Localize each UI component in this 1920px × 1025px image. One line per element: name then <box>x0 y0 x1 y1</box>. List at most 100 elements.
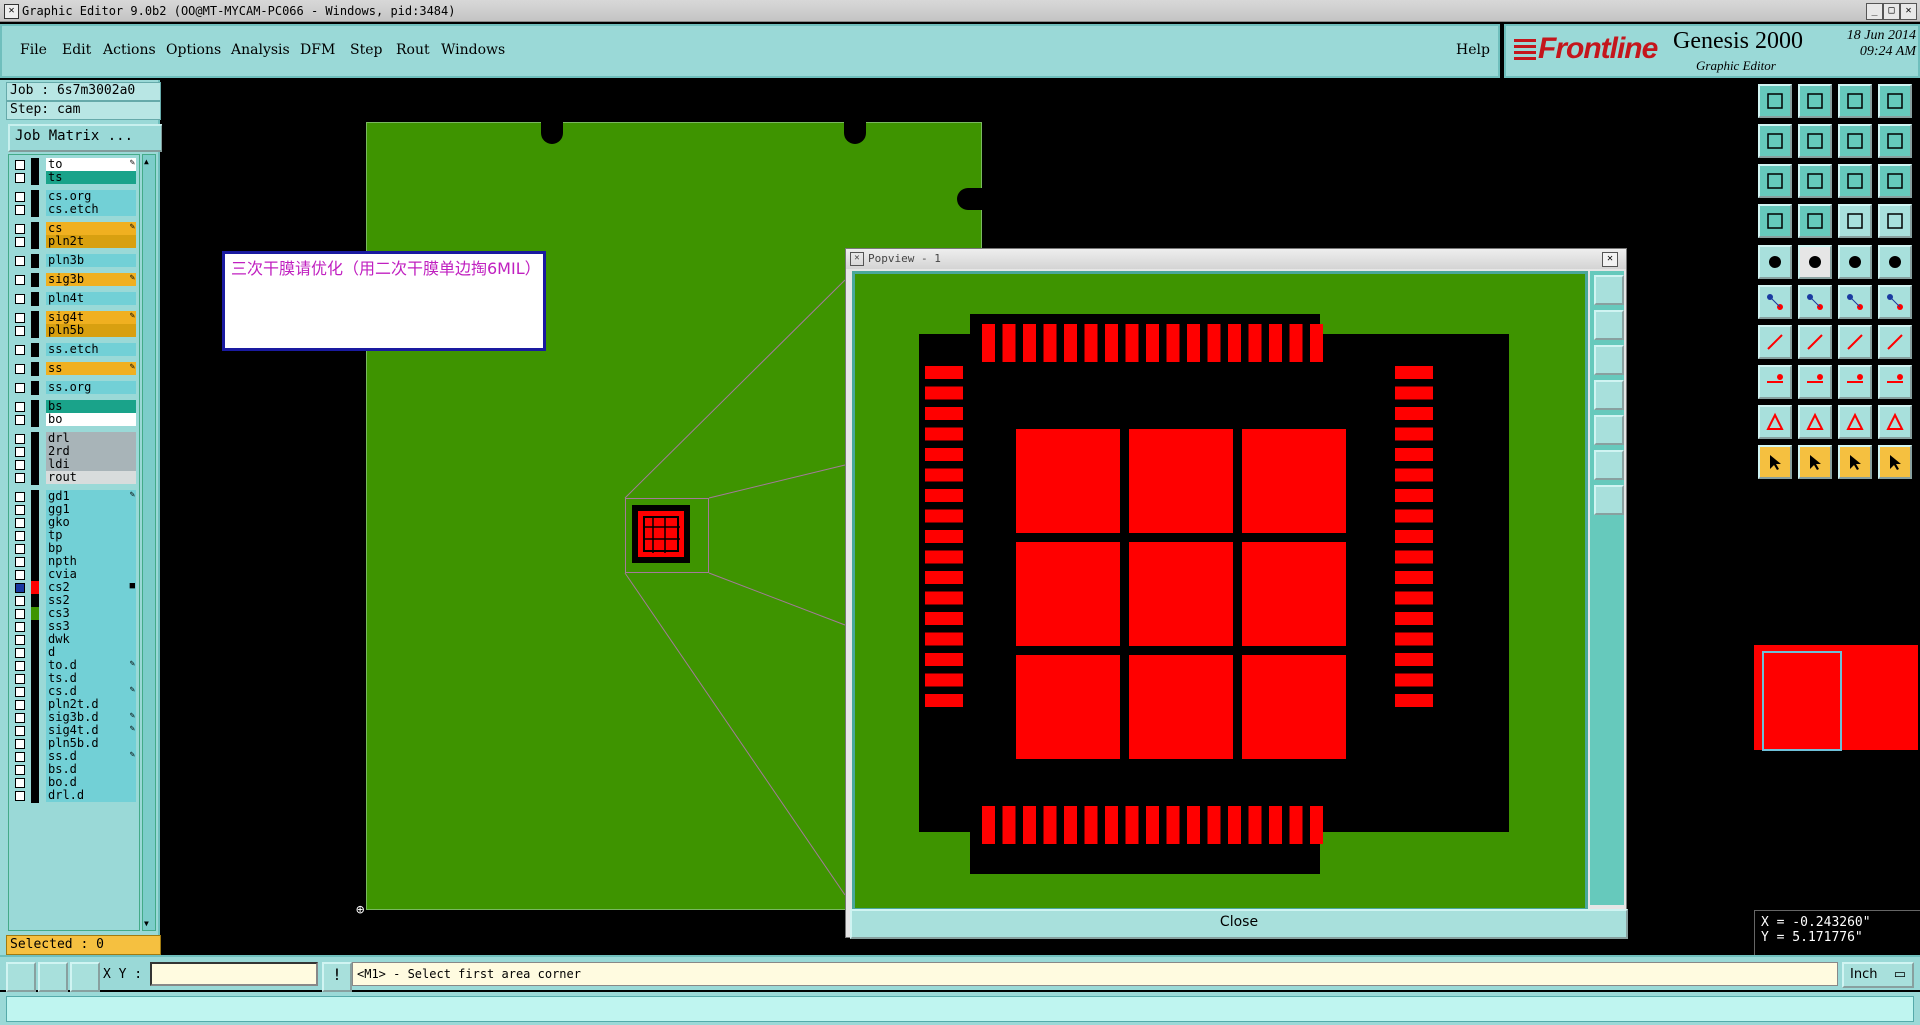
smd-pad <box>1228 324 1241 362</box>
message-bar <box>0 992 1920 1025</box>
units-select[interactable]: Inch ▭ <box>1842 962 1914 988</box>
smd-pad <box>982 806 995 844</box>
alert-icon[interactable]: ! <box>322 962 352 992</box>
xy-input[interactable] <box>150 962 318 986</box>
measure-tool-icon[interactable] <box>38 962 68 992</box>
home-icon[interactable] <box>1838 84 1872 118</box>
popview-tool-2-icon[interactable] <box>1594 310 1624 340</box>
smd-pad <box>925 653 963 666</box>
pan-left-icon[interactable] <box>1758 124 1792 158</box>
redo-icon[interactable] <box>1878 124 1912 158</box>
segment-icon[interactable] <box>1798 365 1832 399</box>
pan-right-icon[interactable] <box>1798 124 1832 158</box>
smd-pad <box>1146 324 1159 362</box>
move-point-icon[interactable] <box>1838 285 1872 319</box>
tool-panel: X = -0.243260" Y = 5.171776" <box>1752 80 1920 962</box>
zoom-in-icon[interactable] <box>1758 164 1792 198</box>
smd-pad <box>1289 806 1303 844</box>
tool-glyph <box>1890 455 1901 470</box>
tool-glyph <box>1850 455 1861 470</box>
cross-icon[interactable] <box>1798 285 1832 319</box>
help-icon[interactable] <box>1878 164 1912 198</box>
engineering-note[interactable]: 三次干膜请优化（用二次干膜单边掏6MIL） <box>222 251 546 351</box>
smd-pad <box>1166 324 1180 362</box>
popview-tool-4-icon[interactable] <box>1594 380 1624 410</box>
zoom-out-icon[interactable] <box>1798 164 1832 198</box>
tool-glyph <box>1806 412 1824 430</box>
edge-icon[interactable] <box>1758 325 1792 359</box>
smd-pad <box>1043 324 1057 362</box>
grid-tool-icon[interactable] <box>70 962 100 992</box>
drag-point-icon[interactable] <box>1878 285 1912 319</box>
popview-app-icon[interactable]: ✕ <box>850 252 864 266</box>
chip-thumbnail-graphic <box>638 511 684 557</box>
arc-icon[interactable] <box>1838 325 1872 359</box>
popview-zoom-home-icon[interactable] <box>1594 485 1624 515</box>
draw-line-icon[interactable] <box>1798 325 1832 359</box>
chip-thumbnail <box>632 505 690 563</box>
smd-pad <box>1395 427 1433 441</box>
smd-pad <box>1248 324 1262 362</box>
layer-up-icon[interactable] <box>1758 84 1792 118</box>
rotate-arrow-icon[interactable] <box>1838 445 1872 479</box>
connect-icon[interactable] <box>1878 365 1912 399</box>
settings-icon[interactable] <box>1758 204 1792 238</box>
smd-pad <box>925 386 963 400</box>
layer-down-icon[interactable] <box>1798 84 1832 118</box>
smd-pad <box>925 489 963 502</box>
popview-close-icon[interactable]: ✕ <box>1602 252 1618 267</box>
overview-map[interactable] <box>1754 645 1918 751</box>
text-icon[interactable] <box>1878 325 1912 359</box>
triangle-icon[interactable] <box>1758 405 1792 439</box>
dot-icon[interactable] <box>1878 245 1912 279</box>
snap-tool-icon[interactable] <box>6 962 36 992</box>
smd-pad <box>1084 806 1098 844</box>
smd-pad <box>1166 806 1180 844</box>
smd-pad <box>1395 632 1433 646</box>
tool-glyph <box>1886 412 1904 430</box>
popview-tool-3-icon[interactable] <box>1594 345 1624 375</box>
tool-glyph <box>1847 334 1863 350</box>
measure-icon[interactable] <box>1838 365 1872 399</box>
smd-pad <box>1289 324 1303 362</box>
popview-zoom-fit-icon[interactable] <box>1594 450 1624 480</box>
popview-title-bar[interactable]: ✕ Popview - 1 <box>846 249 1626 269</box>
tool-glyph <box>1767 374 1783 383</box>
tool-glyph <box>1847 93 1863 109</box>
smd-pad <box>1395 653 1433 666</box>
tool-glyph <box>1807 93 1823 109</box>
polygon-c-icon[interactable] <box>1878 405 1912 439</box>
dropdown-icon: ▭ <box>1893 967 1906 982</box>
undo-icon[interactable] <box>1838 124 1872 158</box>
smd-pad <box>925 509 963 523</box>
polygon-b-icon[interactable] <box>1838 405 1872 439</box>
ruler-icon[interactable] <box>1838 245 1872 279</box>
grid-icon[interactable] <box>1798 204 1832 238</box>
popview-tool-5-icon[interactable] <box>1594 415 1624 445</box>
smd-pad <box>1023 324 1036 362</box>
smd-pad <box>982 324 995 362</box>
snap-left-icon[interactable] <box>1838 204 1872 238</box>
popview-tool-1-icon[interactable] <box>1594 275 1624 305</box>
select-node-icon[interactable] <box>1758 285 1792 319</box>
popview-close-button[interactable]: Close <box>850 909 1628 939</box>
select-arrow-icon[interactable] <box>1798 445 1832 479</box>
smd-pad <box>1002 806 1016 844</box>
move-arrow-icon[interactable] <box>1878 445 1912 479</box>
smd-pad <box>1395 407 1433 420</box>
smd-pad <box>1187 324 1200 362</box>
line-icon[interactable] <box>1798 245 1832 279</box>
smd-pad <box>1023 806 1036 844</box>
pointer-icon[interactable] <box>1758 445 1792 479</box>
polygon-a-icon[interactable] <box>1798 405 1832 439</box>
smd-pad <box>925 612 963 625</box>
window-icon[interactable] <box>1878 84 1912 118</box>
pad-icon[interactable] <box>1758 245 1792 279</box>
tool-glyph <box>1807 173 1823 189</box>
snap-right-icon[interactable] <box>1878 204 1912 238</box>
scale-icon[interactable] <box>1838 164 1872 198</box>
smd-pad <box>925 550 963 564</box>
tool-glyph <box>1847 173 1863 189</box>
popview-canvas[interactable] <box>852 271 1588 911</box>
point-icon[interactable] <box>1758 365 1792 399</box>
